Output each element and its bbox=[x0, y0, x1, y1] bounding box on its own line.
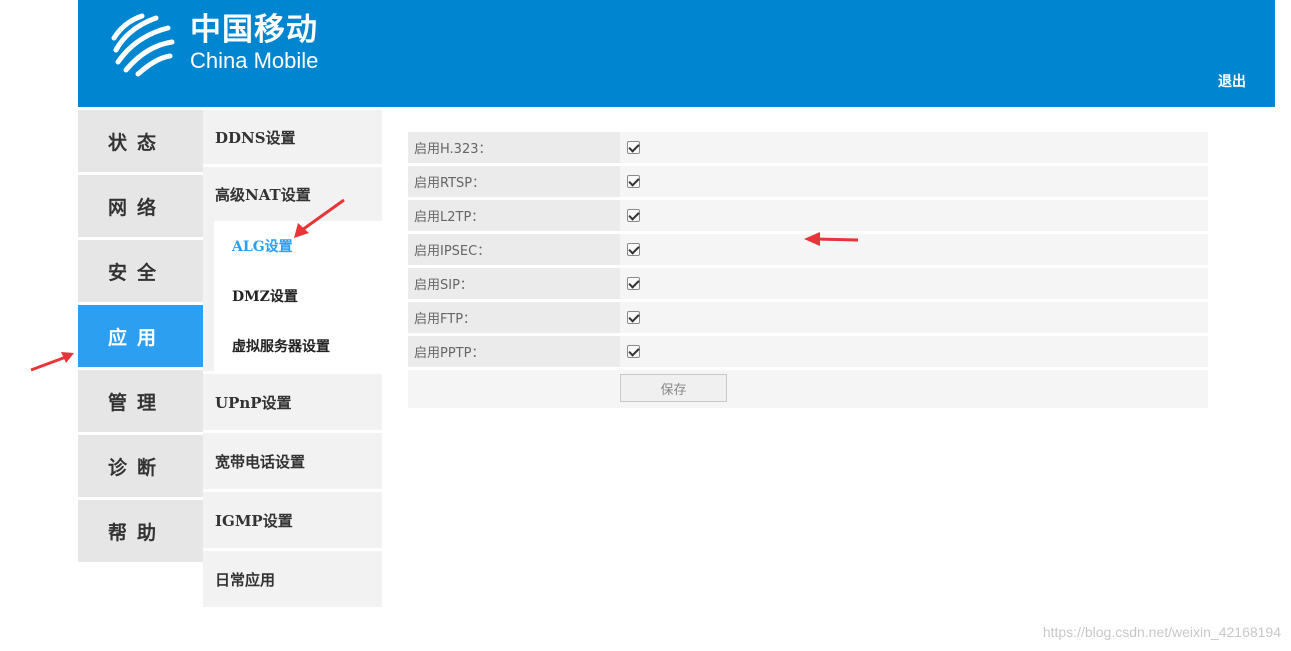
sub-nav-item-igmp[interactable]: IGMP设置 bbox=[203, 492, 382, 548]
brand-name-cn: 中国移动 bbox=[190, 12, 318, 48]
form-row-h323: 启用H.323： bbox=[408, 132, 1208, 163]
ipsec-label: 启用IPSEC： bbox=[408, 234, 620, 265]
logout-link[interactable]: 退出 bbox=[1218, 71, 1246, 91]
annotation-arrow-icon bbox=[30, 352, 74, 372]
brand-name-en: China Mobile bbox=[190, 48, 319, 73]
main-nav-item-help[interactable]: 帮助 bbox=[78, 500, 203, 562]
save-button[interactable]: 保存 bbox=[620, 374, 727, 402]
sub-nav-item-daily-apps[interactable]: 日常应用 bbox=[203, 551, 382, 607]
form-row-sip: 启用SIP： bbox=[408, 268, 1208, 299]
main-nav-item-security[interactable]: 安全 bbox=[78, 240, 203, 302]
h323-checkbox[interactable] bbox=[627, 141, 640, 154]
sub-nav-item-dmz[interactable]: DMZ设置 bbox=[214, 271, 382, 321]
sub-nav-item-voip[interactable]: 宽带电话设置 bbox=[203, 433, 382, 489]
l2tp-checkbox[interactable] bbox=[627, 209, 640, 222]
form-row-rtsp: 启用RTSP： bbox=[408, 166, 1208, 197]
main-nav-item-management[interactable]: 管理 bbox=[78, 370, 203, 432]
pptp-checkbox[interactable] bbox=[627, 345, 640, 358]
sub-nav-item-virtual-server[interactable]: 虚拟服务器设置 bbox=[214, 321, 382, 371]
rtsp-label: 启用RTSP： bbox=[408, 166, 620, 197]
alg-settings-form: 启用H.323： 启用RTSP： 启用L2TP： 启用IPSEC： 启用SIP：… bbox=[408, 132, 1208, 408]
china-mobile-logo-icon bbox=[111, 13, 175, 77]
form-row-ftp: 启用FTP： bbox=[408, 302, 1208, 333]
sub-nav-item-upnp[interactable]: UPnP设置 bbox=[203, 374, 382, 430]
main-nav-item-network[interactable]: 网络 bbox=[78, 175, 203, 237]
top-header: 中国移动 China Mobile 退出 bbox=[78, 0, 1275, 107]
sip-label: 启用SIP： bbox=[408, 268, 620, 299]
form-row-l2tp: 启用L2TP： bbox=[408, 200, 1208, 231]
main-nav-item-application[interactable]: 应用 bbox=[78, 305, 203, 367]
l2tp-label: 启用L2TP： bbox=[408, 200, 620, 231]
pptp-label: 启用PPTP： bbox=[408, 336, 620, 367]
annotation-arrow-icon bbox=[294, 198, 345, 238]
sub-nav-item-ddns[interactable]: DDNS设置 bbox=[203, 110, 382, 164]
h323-label: 启用H.323： bbox=[408, 132, 620, 163]
watermark: https://blog.csdn.net/weixin_42168194 bbox=[1042, 624, 1281, 640]
ipsec-checkbox[interactable] bbox=[627, 243, 640, 256]
rtsp-checkbox[interactable] bbox=[627, 175, 640, 188]
annotation-arrow-icon bbox=[804, 232, 859, 246]
main-nav-item-status[interactable]: 状态 bbox=[78, 110, 203, 172]
main-nav-item-diagnostics[interactable]: 诊断 bbox=[78, 435, 203, 497]
form-row-pptp: 启用PPTP： bbox=[408, 336, 1208, 367]
ftp-label: 启用FTP： bbox=[408, 302, 620, 333]
ftp-checkbox[interactable] bbox=[627, 311, 640, 324]
main-nav: 状态 网络 安全 应用 管理 诊断 帮助 bbox=[78, 107, 203, 562]
sub-nav: DDNS设置 高级NAT设置 ALG设置 DMZ设置 虚拟服务器设置 UPnP设… bbox=[203, 107, 382, 607]
form-save-row: 保存 bbox=[408, 370, 1208, 408]
sip-checkbox[interactable] bbox=[627, 277, 640, 290]
